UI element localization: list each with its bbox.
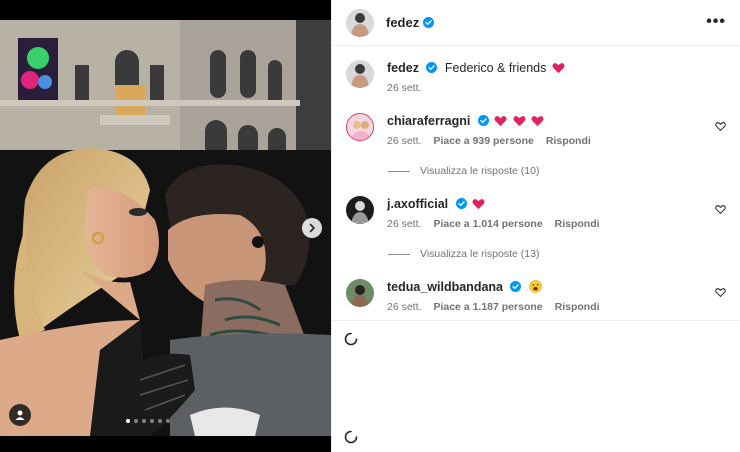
avatar-image: [346, 60, 374, 88]
comment-item: tedua_wildbandana 26 sett. Piace a 1.187…: [346, 279, 726, 313]
comment-likes-link[interactable]: Piace a 1.014 persone: [433, 218, 542, 230]
author-avatar[interactable]: [346, 60, 374, 88]
chevron-right-icon: [309, 223, 315, 233]
comment-date: 26 sett.: [387, 301, 422, 313]
caption-date: 26 sett.: [387, 82, 422, 94]
verified-badge-icon: [423, 17, 435, 28]
carousel-indicator: [126, 419, 170, 423]
reply-button[interactable]: Rispondi: [546, 135, 591, 147]
red-heart-emoji-icon: [513, 116, 526, 127]
view-replies-label: Visualizza le risposte (10): [420, 165, 540, 177]
comment-item: j.axofficial 26 sett. Piace a 1.014 pers…: [346, 196, 726, 230]
carousel-dot: [126, 419, 130, 423]
caption-username[interactable]: fedez: [387, 61, 419, 75]
red-heart-emoji-icon: [472, 199, 485, 210]
comment-date: 26 sett.: [387, 218, 422, 230]
post-side-panel: fedez ••• fedez Federico & friends 26 se: [331, 0, 740, 452]
reply-button[interactable]: Rispondi: [555, 301, 600, 313]
loading-spinner-icon: [344, 332, 358, 346]
verified-badge-icon: [510, 281, 522, 292]
comment-username[interactable]: tedua_wildbandana: [387, 280, 503, 294]
photo-illustration: [0, 20, 331, 436]
reply-button[interactable]: Rispondi: [555, 218, 600, 230]
loading-spinner-icon: [344, 430, 358, 444]
heart-outline-icon[interactable]: [715, 287, 726, 298]
face-emoji-icon: [529, 280, 542, 293]
carousel-dot: [166, 419, 170, 423]
carousel-next-button[interactable]: [302, 218, 322, 238]
comment-date: 26 sett.: [387, 135, 422, 147]
carousel-dot: [158, 419, 162, 423]
commenter-avatar[interactable]: [346, 279, 374, 307]
author-username[interactable]: fedez: [386, 15, 419, 30]
carousel-dot: [142, 419, 146, 423]
user-tag-icon: [15, 410, 25, 420]
post-media: [0, 0, 331, 452]
post-photo[interactable]: [0, 20, 331, 436]
comment-likes-link[interactable]: Piace a 939 persone: [433, 135, 533, 147]
more-options-button[interactable]: •••: [706, 13, 726, 31]
comment-item: chiaraferragni 26 sett. Piace a 939 pers…: [346, 113, 726, 147]
avatar-image: [346, 8, 374, 37]
carousel-dot: [150, 419, 154, 423]
red-heart-emoji-icon: [494, 116, 507, 127]
view-replies-button[interactable]: Visualizza le risposte (13): [388, 248, 539, 260]
heart-outline-icon[interactable]: [715, 121, 726, 132]
comment-username[interactable]: chiaraferragni: [387, 114, 470, 128]
view-replies-label: Visualizza le risposte (13): [420, 248, 540, 260]
comment-username[interactable]: j.axofficial: [387, 197, 448, 211]
comment-likes-link[interactable]: Piace a 1.187 persone: [433, 301, 542, 313]
avatar-image: [347, 114, 373, 140]
verified-badge-icon: [426, 62, 438, 73]
post-caption: fedez Federico & friends 26 sett.: [346, 60, 726, 94]
red-heart-emoji-icon: [531, 116, 544, 127]
user-tags-button[interactable]: [9, 404, 31, 426]
carousel-dot: [134, 419, 138, 423]
author-avatar[interactable]: [346, 8, 374, 37]
replies-line: [388, 253, 410, 255]
red-heart-emoji-icon: [552, 63, 565, 74]
verified-badge-icon: [455, 198, 467, 209]
post-header: fedez •••: [332, 0, 740, 46]
commenter-avatar[interactable]: [346, 113, 374, 141]
avatar-image: [346, 196, 374, 224]
section-divider: [332, 320, 740, 321]
more-horizontal-icon: •••: [706, 13, 726, 30]
commenter-avatar[interactable]: [346, 196, 374, 224]
verified-badge-icon: [477, 115, 489, 126]
replies-line: [388, 170, 410, 172]
view-replies-button[interactable]: Visualizza le risposte (10): [388, 165, 539, 177]
avatar-image: [346, 279, 374, 307]
caption-text: Federico & friends: [444, 61, 547, 75]
heart-outline-icon[interactable]: [715, 204, 726, 215]
